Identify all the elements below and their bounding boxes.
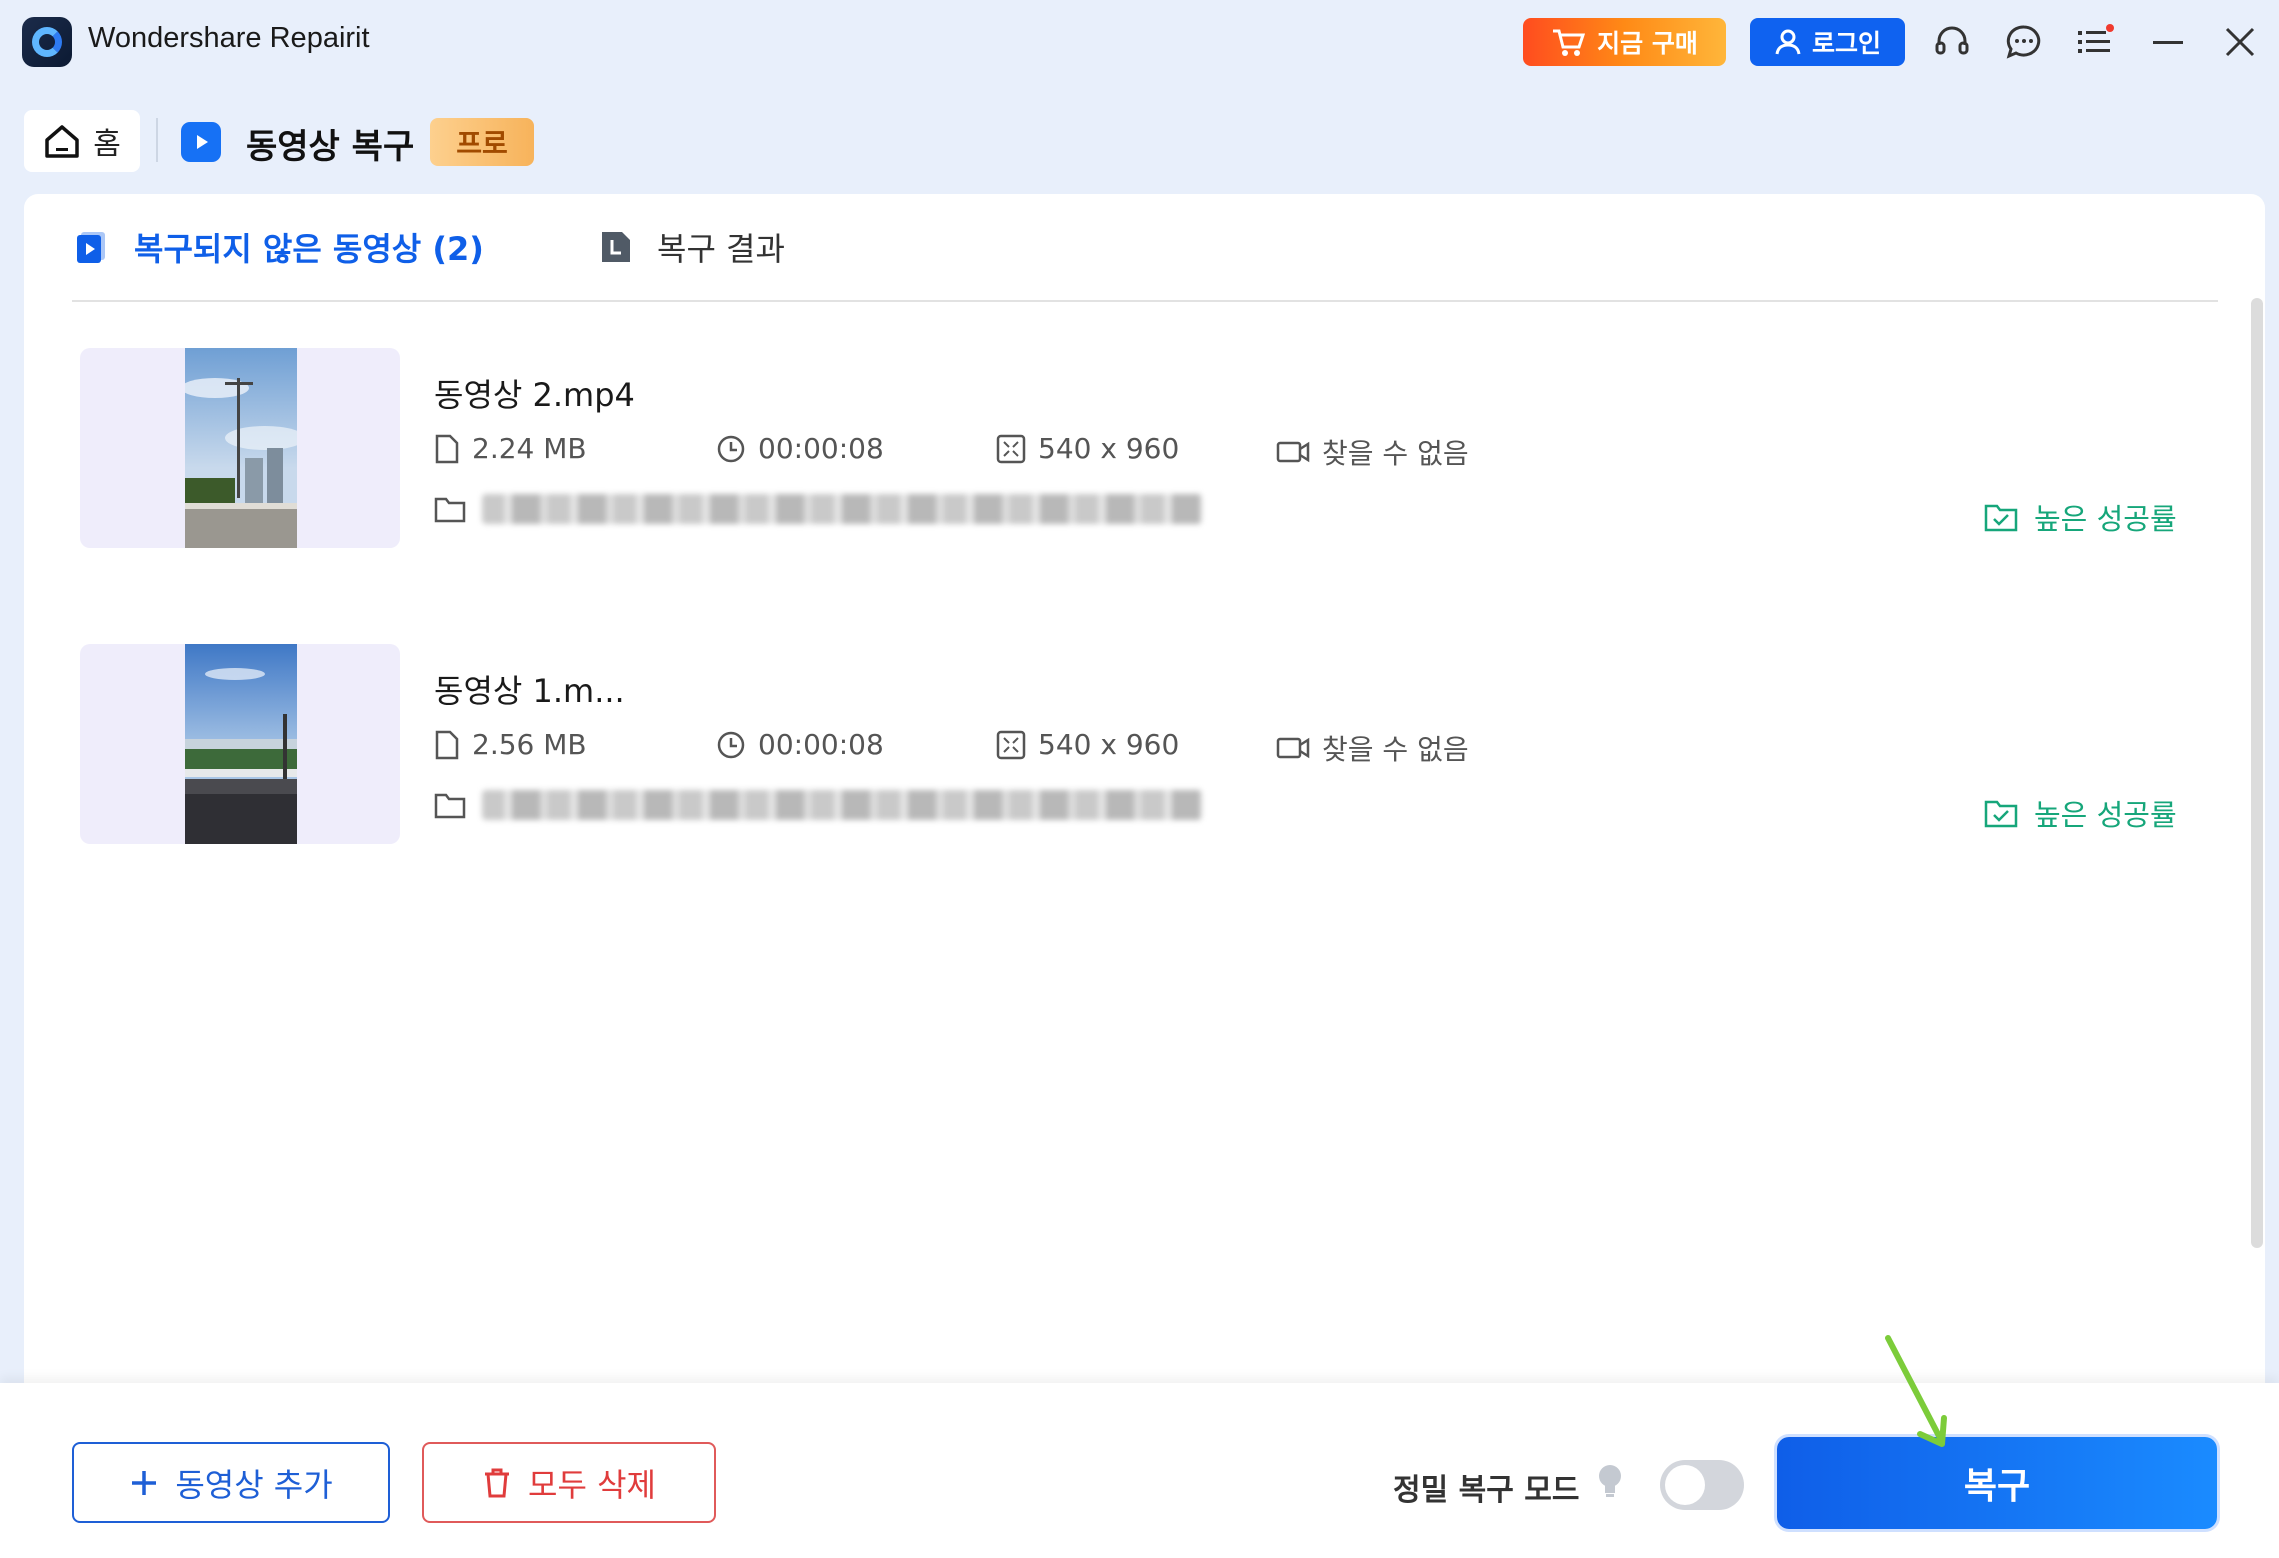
buy-now-button[interactable]: 지금 구매 bbox=[1523, 18, 1726, 66]
file-size-value: 2.56 MB bbox=[472, 728, 587, 761]
success-status: 높은 성공률 bbox=[1984, 792, 2177, 834]
file-resolution: 540 x 960 bbox=[996, 728, 1179, 761]
file-duration: 00:00:08 bbox=[716, 728, 884, 761]
repair-label: 복구 bbox=[1963, 1466, 2031, 1507]
video-thumbnail bbox=[185, 348, 297, 548]
folder-icon bbox=[434, 793, 466, 819]
login-button[interactable]: 로그인 bbox=[1750, 18, 1905, 66]
title-bar: Wondershare Repairit 지금 구매 로그인 bbox=[0, 0, 2279, 84]
file-resolution-value: 540 x 960 bbox=[1038, 728, 1180, 761]
file-path-value bbox=[482, 790, 1202, 820]
tab-results-label: 복구 결과 bbox=[657, 230, 785, 268]
folder-check-icon bbox=[1984, 504, 2018, 532]
app-title: Wondershare Repairit bbox=[88, 22, 370, 54]
file-path bbox=[434, 790, 1202, 820]
minimize-icon[interactable] bbox=[2146, 20, 2190, 64]
file-path bbox=[434, 494, 1202, 524]
list-item: 동영상 2.mp4 2.24 MB 00:00:08 540 x 960 찾을 … bbox=[80, 348, 2210, 548]
add-video-label: 동영상 추가 bbox=[175, 1465, 333, 1504]
file-icon bbox=[435, 730, 459, 759]
file-resolution: 540 x 960 bbox=[996, 432, 1179, 465]
file-name: 동영상 2.mp4 bbox=[434, 376, 635, 414]
home-tab[interactable]: 홈 bbox=[24, 110, 140, 172]
file-device: 찾을 수 없음 bbox=[1276, 728, 1469, 768]
file-icon bbox=[435, 434, 459, 463]
delete-all-button[interactable]: 모두 삭제 bbox=[422, 1442, 716, 1523]
delete-all-label: 모두 삭제 bbox=[528, 1465, 656, 1504]
video-file-icon bbox=[77, 232, 105, 263]
trash-icon bbox=[485, 1468, 510, 1497]
file-device-value: 찾을 수 없음 bbox=[1322, 733, 1469, 766]
video-repair-icon bbox=[181, 122, 221, 162]
success-status-label: 높은 성공률 bbox=[2034, 502, 2177, 536]
home-label: 홈 bbox=[93, 127, 121, 162]
file-size-value: 2.24 MB bbox=[472, 432, 587, 465]
home-icon bbox=[45, 125, 79, 158]
tab-unrepaired-videos[interactable]: 복구되지 않은 동영상 (2) bbox=[74, 224, 484, 270]
file-duration-value: 00:00:08 bbox=[758, 432, 884, 465]
clock-icon bbox=[717, 435, 745, 462]
file-name: 동영상 1.m... bbox=[434, 672, 625, 710]
success-status: 높은 성공률 bbox=[1984, 496, 2177, 538]
resolution-icon bbox=[996, 434, 1026, 463]
feedback-chat-icon[interactable] bbox=[2002, 20, 2046, 64]
add-video-button[interactable]: 동영상 추가 bbox=[72, 1442, 390, 1523]
folder-icon bbox=[434, 497, 466, 523]
list-item: 동영상 1.m... 2.56 MB 00:00:08 540 x 960 찾을… bbox=[80, 644, 2210, 844]
cart-icon bbox=[1553, 29, 1586, 56]
file-device: 찾을 수 없음 bbox=[1276, 432, 1469, 472]
file-size: 2.56 MB bbox=[434, 728, 587, 761]
close-icon[interactable] bbox=[2218, 20, 2262, 64]
page-title: 동영상 복구 bbox=[246, 127, 415, 167]
pointer-arrow-icon bbox=[1885, 1335, 1947, 1447]
camera-icon bbox=[1276, 737, 1310, 759]
tab-divider bbox=[72, 300, 2218, 302]
advanced-mode-label: 정밀 복구 모드 bbox=[1393, 1473, 1580, 1508]
tab-repair-results[interactable]: 복구 결과 bbox=[599, 224, 785, 270]
file-path-value bbox=[482, 494, 1202, 524]
resolution-icon bbox=[996, 730, 1026, 759]
breadcrumb-divider bbox=[156, 118, 158, 162]
file-duration-value: 00:00:08 bbox=[758, 728, 884, 761]
result-file-icon bbox=[602, 232, 630, 262]
app-logo-icon bbox=[22, 17, 72, 67]
tip-bulb-icon[interactable] bbox=[1596, 1463, 1624, 1503]
support-headset-icon[interactable] bbox=[1930, 20, 1974, 64]
tab-unrepaired-label: 복구되지 않은 동영상 (2) bbox=[134, 230, 484, 268]
login-label: 로그인 bbox=[1811, 29, 1881, 58]
file-device-value: 찾을 수 없음 bbox=[1322, 437, 1469, 470]
plus-icon bbox=[132, 1470, 157, 1495]
folder-check-icon bbox=[1984, 800, 2018, 828]
success-status-label: 높은 성공률 bbox=[2034, 798, 2177, 832]
camera-icon bbox=[1276, 441, 1310, 463]
user-icon bbox=[1775, 29, 1801, 55]
clock-icon bbox=[717, 731, 745, 758]
file-duration: 00:00:08 bbox=[716, 432, 884, 465]
pro-badge: 프로 bbox=[430, 118, 534, 166]
buy-now-label: 지금 구매 bbox=[1597, 29, 1698, 58]
advanced-mode-toggle[interactable] bbox=[1660, 1460, 1744, 1510]
repair-button[interactable]: 복구 bbox=[1777, 1437, 2217, 1529]
menu-list-icon[interactable] bbox=[2074, 20, 2118, 64]
file-resolution-value: 540 x 960 bbox=[1038, 432, 1180, 465]
scrollbar[interactable] bbox=[2251, 298, 2263, 1248]
video-thumbnail bbox=[185, 644, 297, 844]
file-size: 2.24 MB bbox=[434, 432, 587, 465]
